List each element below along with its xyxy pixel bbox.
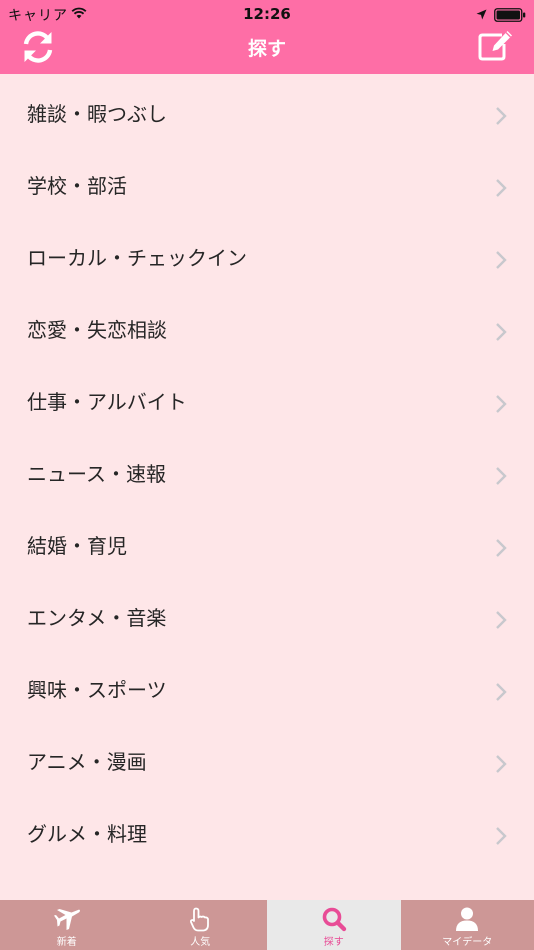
chevron-right-icon — [496, 251, 507, 269]
category-label: 学校・部活 — [27, 174, 127, 198]
tab-popular[interactable]: 人気 — [134, 900, 268, 950]
category-label: 恋愛・失恋相談 — [27, 318, 167, 342]
category-item-love[interactable]: 恋愛・失恋相談 — [0, 290, 534, 362]
search-icon — [322, 907, 346, 932]
category-list: 雑談・暇つぶし 学校・部活 ローカル・チェックイン 恋愛・失恋相談 仕事・アルバ… — [0, 74, 534, 866]
hand-pointer-icon — [190, 907, 210, 932]
chevron-right-icon — [496, 323, 507, 341]
page-title: 探す — [247, 38, 286, 60]
tab-bar: 新着 人気 探す マイデータ — [0, 900, 534, 950]
chevron-right-icon — [496, 611, 507, 629]
category-label: 雑談・暇つぶし — [27, 102, 167, 126]
category-item-anime[interactable]: アニメ・漫画 — [0, 722, 534, 794]
tab-label: 探す — [323, 937, 344, 948]
tab-label: マイデータ — [442, 937, 493, 948]
tab-new[interactable]: 新着 — [0, 900, 134, 950]
category-item-gourmet[interactable]: グルメ・料理 — [0, 794, 534, 866]
category-label: エンタメ・音楽 — [27, 606, 167, 630]
category-label: 結婚・育児 — [27, 534, 127, 558]
category-label: アニメ・漫画 — [27, 750, 147, 774]
tab-mydata[interactable]: マイデータ — [401, 900, 534, 950]
chevron-right-icon — [496, 755, 507, 773]
category-item-school[interactable]: 学校・部活 — [0, 146, 534, 218]
chevron-right-icon — [496, 467, 507, 485]
chevron-right-icon — [496, 827, 507, 845]
category-item-entertainment[interactable]: エンタメ・音楽 — [0, 578, 534, 650]
category-item-marriage[interactable]: 結婚・育児 — [0, 506, 534, 578]
compose-button[interactable] — [476, 28, 516, 64]
tab-label: 新着 — [56, 937, 77, 948]
category-item-work[interactable]: 仕事・アルバイト — [0, 362, 534, 434]
category-label: 興味・スポーツ — [27, 678, 167, 702]
category-label: グルメ・料理 — [27, 822, 147, 846]
compose-icon — [478, 31, 512, 61]
navigation-header: キャリア 12:26 探す — [0, 0, 534, 74]
status-time: 12:26 — [243, 5, 291, 23]
category-label: ローカル・チェックイン — [27, 246, 247, 270]
chevron-right-icon — [496, 179, 507, 197]
category-item-chat[interactable]: 雑談・暇つぶし — [0, 74, 534, 146]
tab-label: 人気 — [190, 937, 211, 948]
chevron-right-icon — [496, 683, 507, 701]
location-arrow-icon — [476, 9, 487, 20]
category-label: 仕事・アルバイト — [27, 390, 187, 414]
chevron-right-icon — [496, 539, 507, 557]
category-item-sports[interactable]: 興味・スポーツ — [0, 650, 534, 722]
user-icon — [456, 907, 479, 931]
airplane-icon — [53, 909, 80, 930]
category-label: ニュース・速報 — [27, 462, 166, 486]
chevron-right-icon — [496, 107, 507, 125]
tab-search[interactable]: 探す — [267, 900, 401, 950]
chevron-right-icon — [496, 395, 507, 413]
category-item-local[interactable]: ローカル・チェックイン — [0, 218, 534, 290]
category-item-news[interactable]: ニュース・速報 — [0, 434, 534, 506]
battery-icon — [494, 8, 526, 22]
status-bar: キャリア 12:26 — [0, 0, 534, 30]
